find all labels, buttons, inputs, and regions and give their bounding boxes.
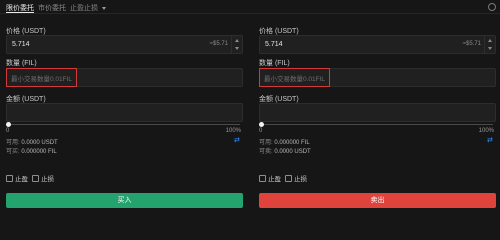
chevron-down-icon[interactable] — [488, 47, 492, 50]
sell-amount-input[interactable] — [259, 103, 496, 122]
buy-button[interactable]: 买入 — [6, 193, 243, 208]
checkbox-icon[interactable] — [259, 174, 266, 182]
sell-qty-label: 数量 (FIL) — [259, 60, 290, 67]
buy-amount-input[interactable] — [6, 103, 243, 122]
sell-price-approx: ≈$5.71 — [462, 41, 481, 47]
buy-buyable: 可买: 0.000000 FIL — [6, 146, 57, 155]
buy-price-stepper[interactable] — [231, 36, 242, 53]
chevron-up-icon[interactable] — [235, 39, 239, 42]
sell-take-profit-checkbox[interactable]: 止盈 — [259, 173, 281, 183]
sell-price-input[interactable]: 5.714 ≈$5.71 — [259, 35, 496, 54]
chevron-down-icon[interactable] — [235, 47, 239, 50]
chevron-up-icon[interactable] — [488, 39, 492, 42]
sell-button[interactable]: 卖出 — [259, 193, 496, 208]
sell-slider[interactable] — [261, 124, 493, 125]
checkbox-icon[interactable] — [285, 174, 292, 182]
buy-stop-loss-label: 止损 — [41, 176, 54, 183]
sell-sellable-value: 0.0000 USDT — [274, 149, 311, 155]
buy-available: 可用: 0.0000 USDT — [6, 137, 58, 146]
checkbox-icon[interactable] — [32, 174, 39, 182]
buy-stop-loss-checkbox[interactable]: 止损 — [32, 173, 54, 183]
buy-price-value: 5.714 — [12, 41, 30, 48]
sell-panel: 价格 (USDT) 5.714 ≈$5.71 数量 (FIL) 最小交易数量0.… — [259, 0, 496, 208]
buy-take-profit-checkbox[interactable]: 止盈 — [6, 173, 28, 183]
sell-slider-min: 0 — [259, 128, 263, 134]
sell-available: 可用: 0.000000 FIL — [259, 137, 310, 146]
swap-icon[interactable]: ⇄ — [234, 137, 243, 144]
buy-slider-max: 100% — [225, 128, 241, 134]
sell-price-stepper[interactable] — [484, 36, 495, 53]
buy-slider-thumb[interactable] — [6, 122, 11, 127]
sell-stop-loss-label: 止损 — [294, 176, 307, 183]
buy-price-approx: ≈$5.71 — [209, 41, 228, 47]
sell-qty-placeholder: 最小交易数量0.01FIL — [264, 76, 326, 83]
swap-icon[interactable]: ⇄ — [487, 137, 496, 144]
buy-take-profit-label: 止盈 — [15, 176, 28, 183]
sell-stop-loss-checkbox[interactable]: 止损 — [285, 173, 307, 183]
sell-price-value: 5.714 — [265, 41, 283, 48]
sell-take-profit-label: 止盈 — [268, 176, 281, 183]
buy-buyable-value: 0.000000 FIL — [21, 149, 57, 155]
sell-sellable-label: 可卖: — [259, 149, 273, 155]
sell-qty-input[interactable]: 最小交易数量0.01FIL — [259, 68, 496, 87]
buy-qty-input[interactable]: 最小交易数量0.01FIL — [6, 68, 243, 87]
buy-qty-placeholder: 最小交易数量0.01FIL — [11, 76, 73, 83]
sell-slider-thumb[interactable] — [259, 122, 264, 127]
buy-panel: 价格 (USDT) 5.714 ≈$5.71 数量 (FIL) 最小交易数量0.… — [6, 0, 243, 208]
buy-slider[interactable] — [8, 124, 240, 125]
sell-slider-max: 100% — [478, 128, 494, 134]
buy-slider-min: 0 — [6, 128, 10, 134]
buy-buyable-label: 可买: — [6, 149, 20, 155]
buy-qty-label: 数量 (FIL) — [6, 60, 37, 67]
buy-price-input[interactable]: 5.714 ≈$5.71 — [6, 35, 243, 54]
sell-sellable: 可卖: 0.0000 USDT — [259, 146, 311, 155]
checkbox-icon[interactable] — [6, 174, 13, 182]
